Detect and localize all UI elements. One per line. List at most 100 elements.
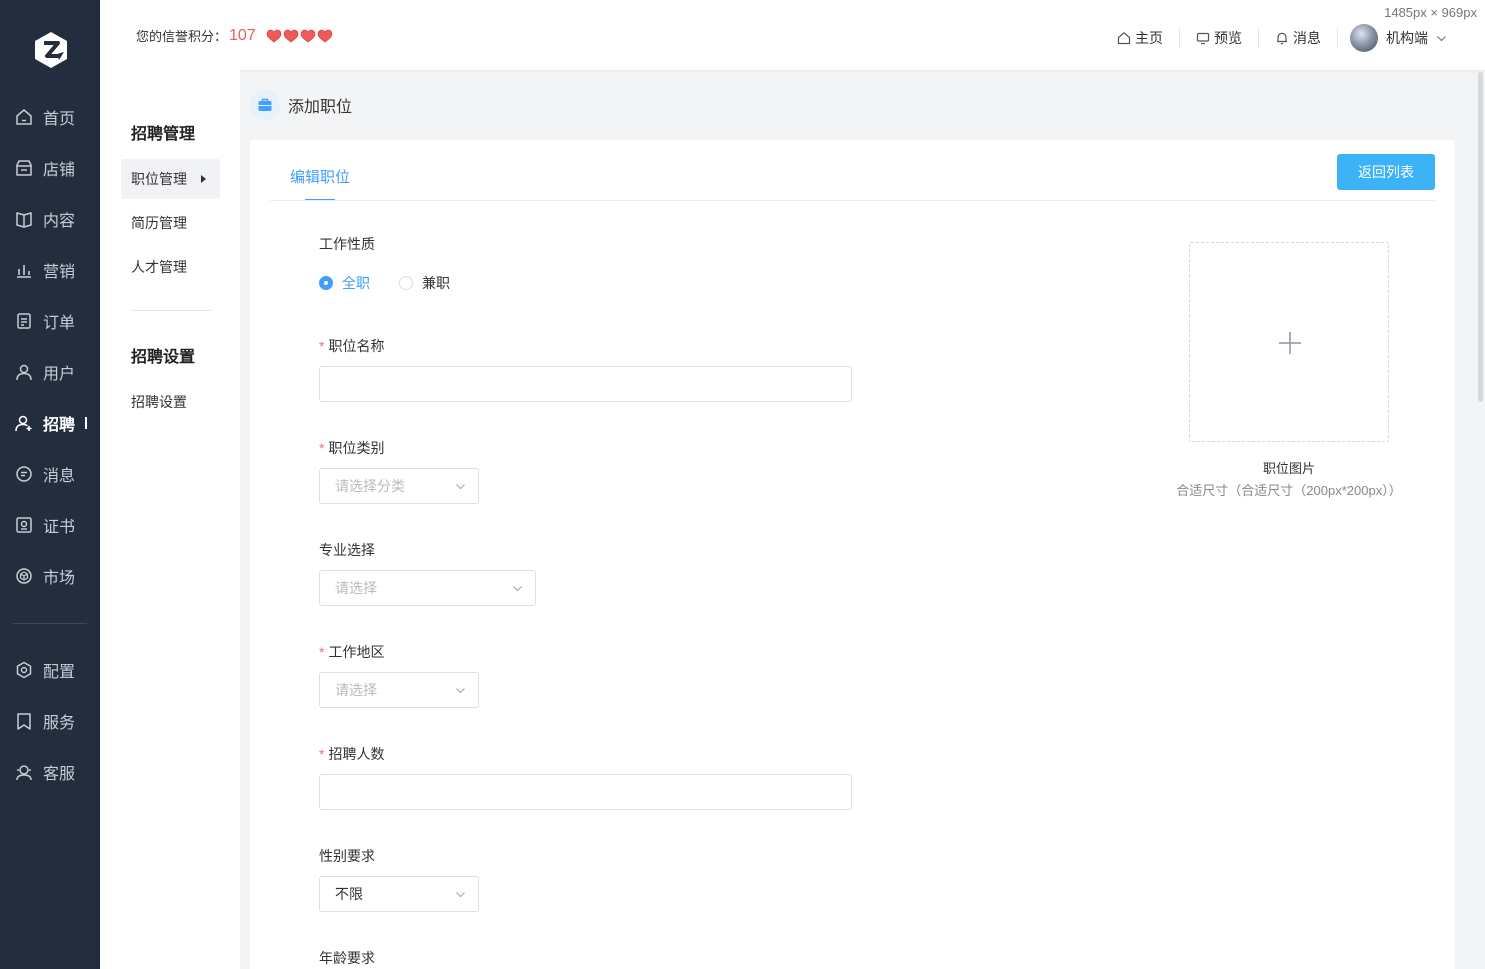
job-category-select[interactable]: 请选择分类 [319,468,479,504]
credit-score-value: 107 [229,26,256,44]
job-name-label-text: 职位名称 [328,338,385,354]
user-icon [15,363,33,381]
headcount-label-text: 招聘人数 [328,746,385,762]
chevron-down-icon [513,586,522,592]
top-links: 主页 预览 消息 机构端 [1101,24,1447,52]
job-type-radio-group: 全职 兼职 [319,273,479,293]
customer-service-icon [15,763,33,781]
required-mark: * [319,440,325,456]
heart-icon [300,29,316,42]
headcount-label: * 招聘人数 [319,744,384,764]
sidebar-item-certificate[interactable]: 证书 [0,505,100,545]
radio-part-time[interactable]: 兼职 [399,273,450,293]
heart-icon [266,29,282,42]
sidebar-item-label: 店铺 [43,162,76,179]
job-name-input[interactable] [319,366,852,402]
sidebar-item-label: 内容 [43,213,76,230]
job-type-label: 工作性质 [319,236,375,252]
account-menu[interactable]: 机构端 [1350,24,1447,52]
preview-link-label: 预览 [1214,30,1242,46]
sidebar-item-label: 配置 [43,664,76,681]
sidebar-item-content[interactable]: 内容 [0,199,100,239]
secondary-menu: 招聘管理 职位管理 简历管理 人才管理 招聘设置 招聘设置 [100,70,240,969]
submenu-item-label: 职位管理 [131,171,187,187]
major-label: 专业选择 [319,542,375,558]
sidebar-item-order[interactable]: 订单 [0,301,100,341]
sidebar-item-marketing[interactable]: 营销 [0,250,100,290]
sidebar-item-label: 用户 [43,366,76,383]
sidebar-item-home[interactable]: 首页 [0,97,100,137]
sidebar-item-service[interactable]: 服务 [0,701,100,741]
sidebar-item-label: 服务 [43,715,76,732]
sidebar-item-settings[interactable]: 配置 [0,650,100,690]
major-select[interactable]: 请选择 [319,570,536,606]
job-image-label: 职位图片 [1262,461,1315,476]
tab-edit-job[interactable]: 编辑职位 [290,166,350,187]
page-scrollbar[interactable] [1478,72,1483,402]
active-indicator [85,417,88,429]
select-placeholder: 请选择分类 [335,478,405,494]
home-icon [15,108,33,126]
submenu-item-label: 简历管理 [131,215,187,231]
page-title: 添加职位 [288,99,353,116]
messages-link[interactable]: 消息 [1259,28,1338,48]
caret-right-icon [201,175,206,183]
required-mark: * [319,338,325,354]
submenu-item-talent-management[interactable]: 人才管理 [121,247,220,287]
radio-label: 兼职 [422,275,450,291]
radio-unchecked-icon [399,276,413,290]
job-name-label: * 职位名称 [319,336,384,356]
sidebar-item-label: 首页 [43,111,76,128]
credit-label: 您的信誉积分： [136,29,228,44]
app-logo[interactable] [33,31,69,69]
sidebar-item-shop[interactable]: 店铺 [0,148,100,188]
sidebar-item-label: 客服 [43,766,76,783]
submenu-item-recruit-settings[interactable]: 招聘设置 [121,382,220,422]
age-label: 年龄要求 [319,950,375,966]
chevron-down-icon [456,484,465,490]
top-header: 您的信誉积分： 107 主页 预览 消息 机构端 [100,0,1485,70]
credit-score: 您的信誉积分： 107 [136,26,333,45]
home-icon [1117,32,1131,45]
marketing-icon [15,261,33,279]
radio-checked-icon [319,276,333,290]
form-card: 编辑职位 返回列表 工作性质 全职 兼职 * 职位名称 * 职位类别 请选择分类 专… [250,140,1455,969]
job-image-upload[interactable] [1189,242,1389,442]
market-icon [15,567,33,585]
submenu-section-title: 招聘管理 [131,126,196,143]
shop-icon [15,159,33,177]
headcount-input[interactable] [319,774,852,810]
submenu-section-title: 招聘设置 [131,349,196,366]
job-category-label-text: 职位类别 [328,440,385,456]
home-link[interactable]: 主页 [1101,28,1180,48]
sidebar-item-message[interactable]: 消息 [0,454,100,494]
back-to-list-button[interactable]: 返回列表 [1337,154,1435,190]
service-icon [15,712,33,730]
preview-link[interactable]: 预览 [1180,28,1259,48]
plus-icon [1279,332,1301,354]
messages-link-label: 消息 [1293,30,1321,46]
sidebar-item-user[interactable]: 用户 [0,352,100,392]
sidebar-item-label: 招聘 [43,417,76,434]
chevron-down-icon [456,688,465,694]
dimension-label: 1485px × 969px [1384,5,1477,20]
sidebar-item-label: 市场 [43,570,76,587]
chevron-down-icon [1437,35,1446,41]
sidebar-item-recruit[interactable]: 招聘 [0,403,100,443]
work-area-select[interactable]: 请选择 [319,672,479,708]
sidebar-divider [13,623,87,624]
sidebar-item-market[interactable]: 市场 [0,556,100,596]
radio-full-time[interactable]: 全职 [319,273,370,293]
submenu-item-resume-management[interactable]: 简历管理 [121,203,220,243]
submenu-item-job-management[interactable]: 职位管理 [121,159,220,199]
sidebar-item-label: 证书 [43,519,76,536]
select-value: 不限 [335,886,363,902]
select-placeholder: 请选择 [335,580,377,596]
submenu-divider [131,310,211,311]
message-icon [15,465,33,483]
sidebar-item-customer-service[interactable]: 客服 [0,752,100,792]
work-area-label: * 工作地区 [319,642,384,662]
bell-icon [1277,32,1287,45]
credit-hearts [266,29,333,43]
gender-select[interactable]: 不限 [319,876,479,912]
